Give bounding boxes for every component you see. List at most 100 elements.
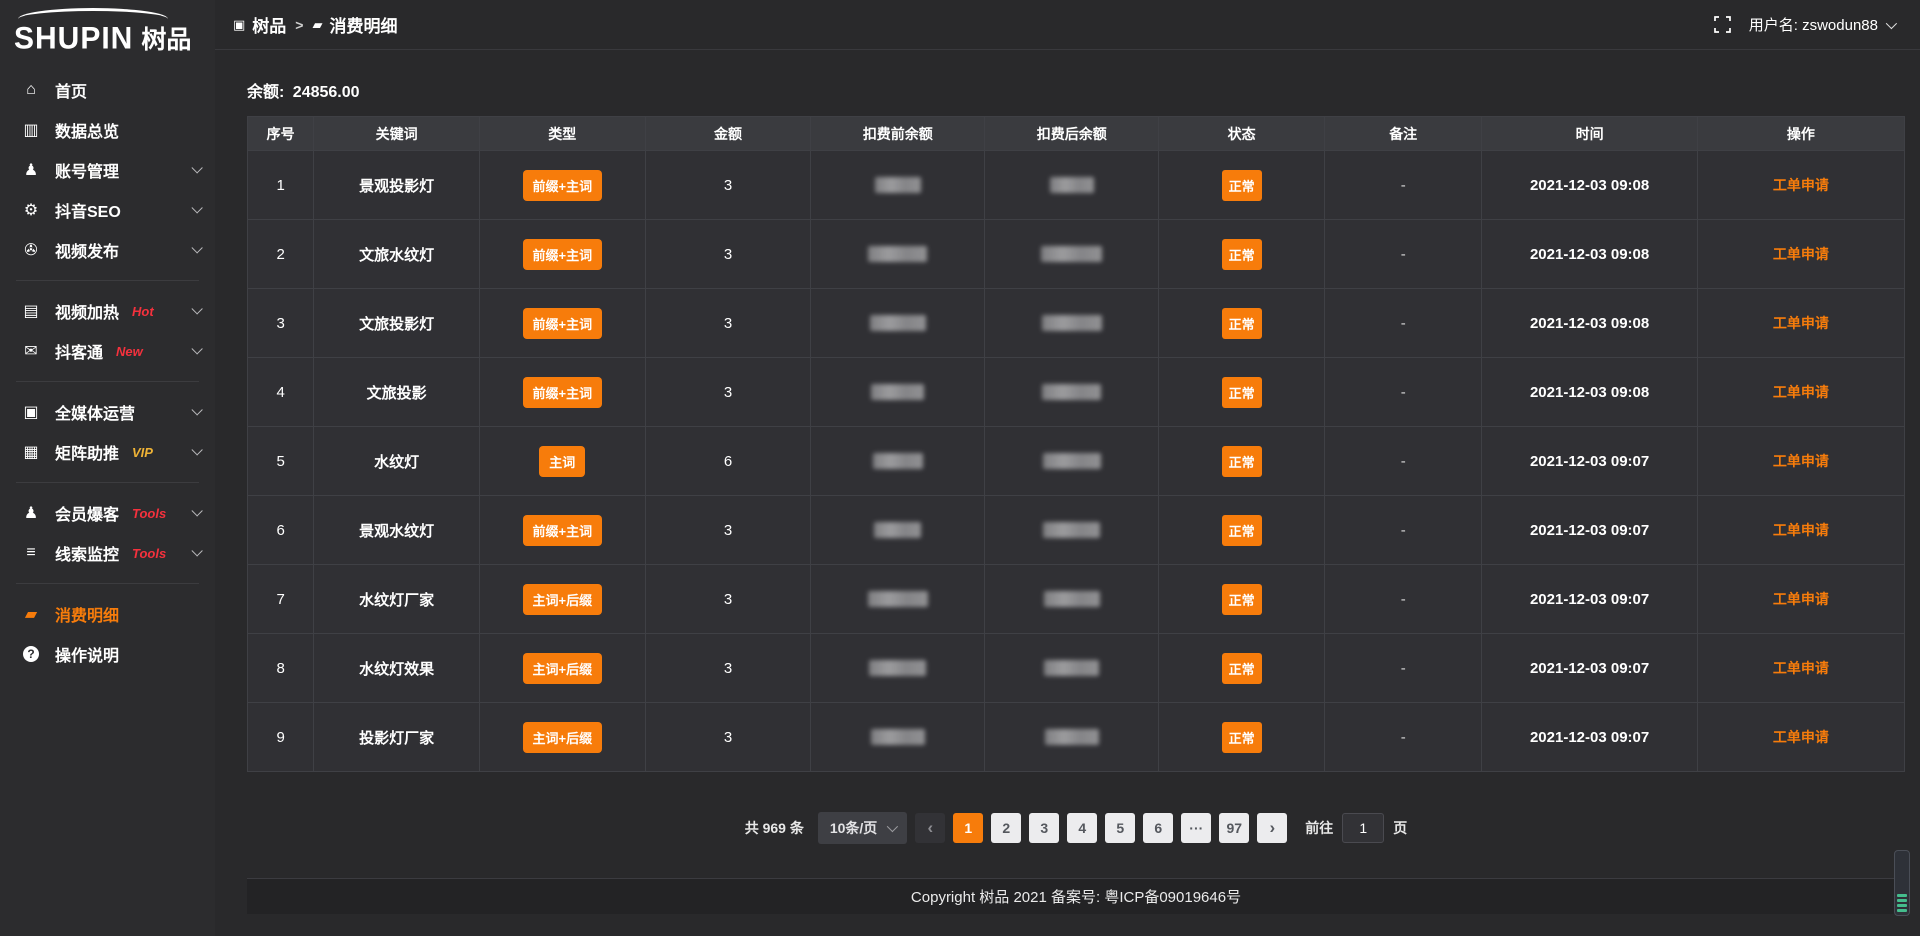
cell-status: 正常 [1159,634,1325,703]
work-order-link[interactable]: 工单申请 [1773,660,1829,676]
home-icon: ⌂ [20,81,42,99]
table-row: 3文旅投影灯前缀+主词3正常-2021-12-03 09:08工单申请 [248,289,1905,358]
work-order-link[interactable]: 工单申请 [1773,591,1829,607]
sidebar-item-instructions[interactable]: ? 操作说明 [0,634,215,674]
work-order-link[interactable]: 工单申请 [1773,246,1829,262]
cell-time: 2021-12-03 09:07 [1482,496,1697,565]
cell-amount: 3 [645,151,811,220]
work-order-link[interactable]: 工单申请 [1773,177,1829,193]
sidebar-item-video-heating[interactable]: ▤视频加热Hot [0,291,215,331]
sidebar-item-media-operation[interactable]: ▣全媒体运营 [0,392,215,432]
chevron-down-icon [191,444,202,455]
cell-balance-after [985,703,1159,772]
cell-time: 2021-12-03 09:08 [1482,289,1697,358]
cell-remark: - [1324,220,1481,289]
copyright-text: Copyright 树品 2021 备案号: 粤ICP备09019646号 [911,886,1241,907]
status-badge: 正常 [1222,446,1262,477]
cell-status: 正常 [1159,427,1325,496]
page-button-6[interactable]: 6 [1143,813,1173,843]
cell-action: 工单申请 [1697,358,1904,427]
column-header: 状态 [1159,117,1325,151]
sidebar-item-clue-monitor[interactable]: ≡线索监控Tools [0,533,215,573]
logo-text-cn: 树品 [141,20,191,56]
fullscreen-icon[interactable] [1714,16,1731,33]
work-order-link[interactable]: 工单申请 [1773,729,1829,745]
masked-value [871,384,924,400]
page-button-3[interactable]: 3 [1029,813,1059,843]
cell-balance-before [811,427,985,496]
work-order-link[interactable]: 工单申请 [1773,453,1829,469]
sidebar-item-home[interactable]: ⌂首页 [0,70,215,110]
goto-page-input[interactable] [1342,813,1384,843]
sidebar-item-consume-detail[interactable]: ▰消费明细 [0,594,215,634]
sidebar-item-data-overview[interactable]: ▥数据总览 [0,110,215,150]
cell-action: 工单申请 [1697,703,1904,772]
cell-balance-before [811,703,985,772]
table-body: 1景观投影灯前缀+主词3正常-2021-12-03 09:08工单申请2文旅水纹… [248,151,1905,772]
sidebar-item-member-baoke[interactable]: ♟会员爆客Tools [0,493,215,533]
consume-table: 序号关键词类型金额扣费前余额扣费后余额状态备注时间操作 1景观投影灯前缀+主词3… [247,116,1905,772]
more-pages-button[interactable]: ··· [1181,813,1211,843]
masked-value [1043,453,1101,469]
pagination: 共 969 条 10条/页 ‹ 123456···97 › 前往 页 [247,812,1905,844]
sidebar-item-label: 操作说明 [55,642,119,666]
chevron-down-icon [191,303,202,314]
cell-time: 2021-12-03 09:08 [1482,151,1697,220]
cell-balance-after [985,220,1159,289]
gear-icon: ⚙ [20,200,42,220]
sidebar-item-matrix-boost[interactable]: ▦矩阵助推VIP [0,432,215,472]
cell-time: 2021-12-03 09:08 [1482,220,1697,289]
cell-balance-before [811,289,985,358]
sidebar-item-account-management[interactable]: ♟账号管理 [0,150,215,190]
cell-balance-after [985,496,1159,565]
breadcrumb-item-app[interactable]: ▣ 树品 [233,12,286,37]
status-badge: 正常 [1222,584,1262,615]
page-button-1[interactable]: 1 [953,813,983,843]
wallet-crumb-icon: ▰ [312,17,322,33]
sidebar-item-video-publish[interactable]: ✇视频发布 [0,230,215,270]
work-order-link[interactable]: 工单申请 [1773,384,1829,400]
floating-widget[interactable] [1894,850,1910,916]
question-icon: ? [20,646,42,662]
chevron-down-icon [191,505,202,516]
page-button-2[interactable]: 2 [991,813,1021,843]
table-header-row: 序号关键词类型金额扣费前余额扣费后余额状态备注时间操作 [248,117,1905,151]
cell-no: 8 [248,634,314,703]
work-order-link[interactable]: 工单申请 [1773,522,1829,538]
column-header: 时间 [1482,117,1697,151]
sidebar-nav: ⌂首页▥数据总览♟账号管理⚙抖音SEO✇视频发布 ▤视频加热Hot✉抖客通New ▣… [0,60,215,674]
page-button-5[interactable]: 5 [1105,813,1135,843]
sidebar-item-label: 视频加热 [55,299,119,323]
cell-remark: - [1324,634,1481,703]
chevron-down-icon [191,343,202,354]
column-header: 扣费前余额 [811,117,985,151]
cell-action: 工单申请 [1697,565,1904,634]
next-page-button[interactable]: › [1257,813,1287,843]
cell-keyword: 投影灯厂家 [314,703,480,772]
work-order-link[interactable]: 工单申请 [1773,315,1829,331]
masked-value [868,591,928,607]
chevron-down-icon [191,162,202,173]
cell-no: 3 [248,289,314,358]
sidebar-divider [16,583,199,584]
cell-amount: 3 [645,565,811,634]
sidebar-item-label: 矩阵助推 [55,440,119,464]
table-row: 7水纹灯厂家主词+后缀3正常-2021-12-03 09:07工单申请 [248,565,1905,634]
cell-balance-after [985,634,1159,703]
cell-type: 主词+后缀 [479,703,645,772]
page-size-select[interactable]: 10条/页 [818,812,907,844]
footer: Copyright 树品 2021 备案号: 粤ICP备09019646号 [247,878,1905,914]
page-button-4[interactable]: 4 [1067,813,1097,843]
user-menu[interactable]: 用户名: zswodun88 [1749,14,1894,35]
prev-page-button[interactable]: ‹ [915,813,945,843]
logo-text: SHUPIN [14,21,133,57]
sidebar-item-douketong[interactable]: ✉抖客通New [0,331,215,371]
sidebar-item-douyin-seo[interactable]: ⚙抖音SEO [0,190,215,230]
page-button-97[interactable]: 97 [1219,813,1249,843]
cell-amount: 3 [645,496,811,565]
cell-no: 5 [248,427,314,496]
breadcrumb-item-consume-detail[interactable]: ▰ 消费明细 [312,12,397,37]
status-badge: 正常 [1222,722,1262,753]
cell-keyword: 景观水纹灯 [314,496,480,565]
cell-no: 2 [248,220,314,289]
